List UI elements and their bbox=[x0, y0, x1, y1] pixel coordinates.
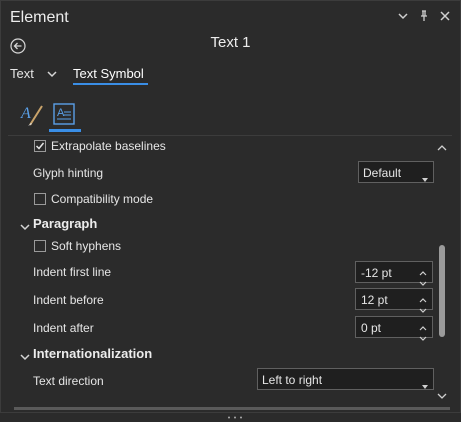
chevron-up-icon[interactable] bbox=[419, 292, 427, 303]
indent-after-value: 0 pt bbox=[361, 321, 382, 335]
text-brush-icon[interactable]: A bbox=[20, 101, 46, 127]
pin-icon[interactable] bbox=[418, 10, 430, 22]
text-properties-icon[interactable]: A bbox=[51, 101, 77, 127]
extrapolate-baselines-checkbox[interactable] bbox=[34, 140, 46, 152]
indent-first-line-value: -12 pt bbox=[361, 266, 392, 280]
svg-text:A: A bbox=[57, 107, 65, 119]
compatibility-mode-label: Compatibility mode bbox=[51, 192, 154, 206]
text-direction-value: Left to right bbox=[262, 373, 323, 387]
svg-text:A: A bbox=[20, 105, 31, 122]
chevron-down-icon[interactable] bbox=[419, 275, 427, 286]
chevron-down-icon[interactable] bbox=[419, 302, 427, 313]
soft-hyphens-label: Soft hyphens bbox=[51, 239, 122, 253]
resize-grip-icon[interactable] bbox=[226, 408, 244, 419]
indent-first-line-label: Indent first line bbox=[33, 265, 112, 279]
compatibility-mode-checkbox[interactable] bbox=[34, 193, 46, 205]
extrapolate-baselines-label: Extrapolate baselines bbox=[51, 139, 166, 153]
scroll-up-icon[interactable] bbox=[437, 142, 447, 152]
divider bbox=[8, 135, 452, 136]
dropdown-arrow-icon bbox=[422, 171, 428, 182]
scrollbar-thumb[interactable] bbox=[439, 245, 445, 337]
pane-controls bbox=[397, 10, 451, 22]
chevron-down-icon[interactable] bbox=[419, 330, 427, 341]
tab-text[interactable]: Text bbox=[10, 66, 34, 81]
indent-after-label: Indent after bbox=[33, 321, 94, 335]
tab-text-symbol[interactable]: Text Symbol bbox=[73, 66, 144, 81]
element-name: Text 1 bbox=[210, 34, 251, 51]
pane-title: Element bbox=[10, 9, 69, 26]
section-internationalization[interactable]: Internationalization bbox=[33, 346, 152, 361]
chevron-down-icon[interactable] bbox=[397, 10, 409, 22]
indent-before-value: 12 pt bbox=[361, 293, 388, 307]
chevron-up-icon[interactable] bbox=[419, 320, 427, 331]
section-paragraph[interactable]: Paragraph bbox=[33, 216, 97, 231]
dropdown-arrow-icon bbox=[422, 378, 428, 389]
indent-first-line-input[interactable]: -12 pt bbox=[355, 261, 433, 286]
glyph-hinting-select[interactable]: Default bbox=[358, 161, 434, 183]
chevron-down-icon[interactable] bbox=[46, 68, 58, 78]
close-icon[interactable] bbox=[439, 10, 451, 22]
glyph-hinting-value: Default bbox=[363, 166, 402, 180]
chevron-down-icon[interactable] bbox=[20, 220, 30, 231]
chevron-up-icon[interactable] bbox=[419, 265, 427, 276]
scroll-down-icon[interactable] bbox=[437, 390, 447, 400]
soft-hyphens-checkbox[interactable] bbox=[34, 240, 46, 252]
indent-after-input[interactable]: 0 pt bbox=[355, 316, 433, 341]
active-icon-tab-indicator bbox=[49, 129, 81, 132]
chevron-down-icon[interactable] bbox=[20, 350, 30, 361]
text-direction-select[interactable]: Left to right bbox=[257, 368, 434, 390]
active-tab-indicator bbox=[73, 83, 148, 85]
indent-before-input[interactable]: 12 pt bbox=[355, 288, 433, 313]
text-direction-label: Text direction bbox=[33, 374, 104, 388]
glyph-hinting-label: Glyph hinting bbox=[33, 166, 104, 180]
indent-before-label: Indent before bbox=[33, 293, 104, 307]
